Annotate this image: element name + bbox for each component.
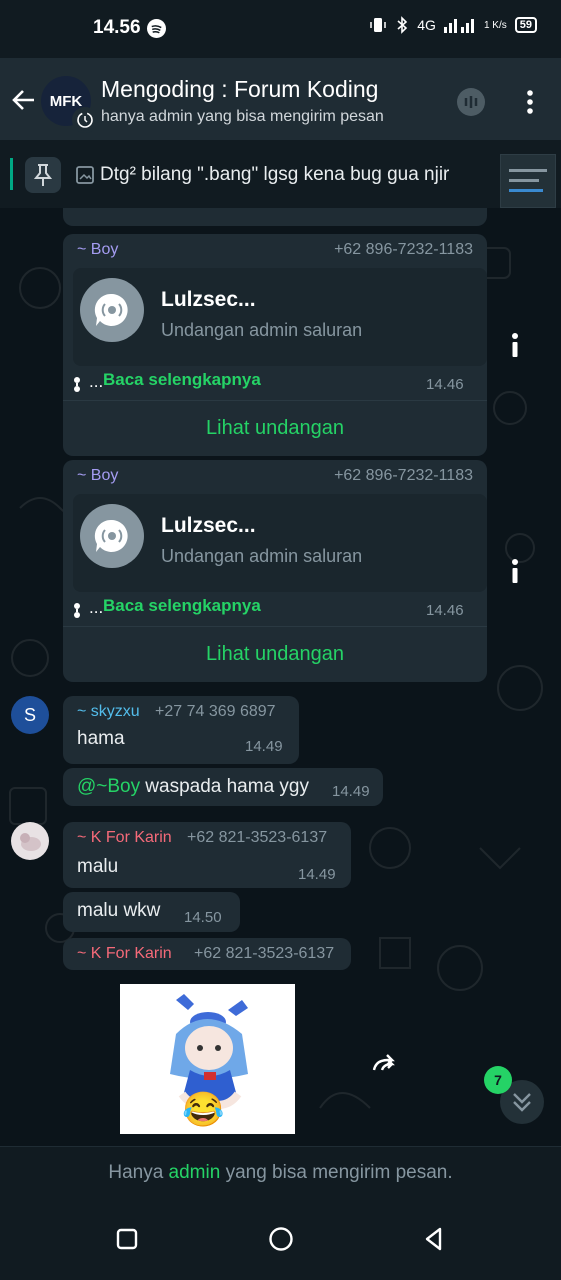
back-nav-icon[interactable] <box>419 1224 449 1254</box>
channel-avatar <box>80 278 144 342</box>
message-text: malu <box>77 856 119 877</box>
more-options-icon[interactable] <box>518 88 542 116</box>
spotify-icon <box>147 19 166 38</box>
admin-only-notice: Hanya admin yang bisa mengirim pesan. <box>0 1146 561 1199</box>
pinned-message-text: Dtg² bilang ".bang" lgsg kena bug gua nj… <box>100 164 450 185</box>
member-avatar[interactable] <box>11 822 49 860</box>
view-invite-button[interactable]: Lihat undangan <box>63 400 487 457</box>
back-arrow-icon[interactable] <box>10 86 38 114</box>
group-link-icon <box>74 377 80 392</box>
signal-icon <box>443 19 474 33</box>
profile-photo <box>20 833 41 851</box>
mention-link[interactable]: @~Boy <box>77 776 140 798</box>
message-time: 14.49 <box>245 738 283 755</box>
pin-button[interactable] <box>25 157 61 193</box>
sender-name[interactable]: ~ K For Karin <box>77 829 172 847</box>
laughing-emoji: 😂 <box>182 1091 225 1129</box>
channel-invite-card[interactable]: Lulzsec... Undangan admin saluran <box>73 494 487 592</box>
member-avatar[interactable]: S <box>11 696 49 734</box>
pinned-message-bar[interactable]: Dtg² bilang ".bang" lgsg kena bug gua nj… <box>0 140 561 209</box>
chat-header[interactable]: MFK Mengoding : Forum Koding hanya admin… <box>0 58 561 140</box>
sender-phone: +62 821-3523-6137 <box>187 829 328 846</box>
pin-icon <box>33 164 53 186</box>
invite-subtitle: Undangan admin saluran <box>161 320 363 340</box>
notice-admin-link[interactable]: admin <box>169 1162 221 1183</box>
disappearing-timer-icon <box>72 107 98 133</box>
message-text: hama <box>77 728 125 749</box>
message-bubble-partial[interactable] <box>63 208 487 226</box>
invite-subtitle: Undangan admin saluran <box>161 546 363 566</box>
pinned-thumbnail[interactable] <box>500 154 556 208</box>
status-icons: 4G 1 K/s 59 <box>369 16 537 34</box>
message-options-icon[interactable] <box>511 558 519 584</box>
sender-name[interactable]: ~ K For Karin <box>77 945 172 963</box>
image-icon <box>76 166 94 184</box>
sender-name[interactable]: ~ Boy <box>77 241 118 259</box>
network-speed: 1 K/s <box>483 19 507 31</box>
channel-icon <box>94 293 128 326</box>
voice-chat-icon[interactable] <box>455 86 487 118</box>
status-bar: 14.56 4G 1 K/s 59 <box>0 0 561 58</box>
sticker-message[interactable]: 😂 <box>120 984 295 1134</box>
group-title[interactable]: Mengoding : Forum Koding <box>101 76 378 103</box>
text-message[interactable]: ~ skyzxu +27 74 369 6897 hama 14.49 <box>63 696 299 764</box>
channel-avatar <box>80 504 144 568</box>
sender-phone: +27 74 369 6897 <box>155 703 276 720</box>
message-text: malu wkw <box>77 900 161 921</box>
read-more-link[interactable]: Baca selengkapnya <box>103 596 261 616</box>
invite-message[interactable]: ~ Boy +62 896-7232-1183 Lulzsec... Undan… <box>63 234 487 456</box>
invite-message[interactable]: ~ Boy +62 896-7232-1183 Lulzsec... Undan… <box>63 460 487 682</box>
message-time: 14.49 <box>298 866 336 883</box>
ellipsis: ... <box>89 598 104 617</box>
channel-invite-card[interactable]: Lulzsec... Undangan admin saluran <box>73 268 487 366</box>
group-avatar-text: MFK <box>49 92 83 110</box>
battery-indicator: 59 <box>514 17 537 33</box>
chat-area[interactable]: ~ Boy +62 896-7232-1183 Lulzsec... Undan… <box>0 208 561 1146</box>
ellipsis: ... <box>89 372 104 391</box>
message-text: waspada hama ygy <box>140 776 309 797</box>
sticker-header[interactable]: ~ K For Karin +62 821-3523-6137 <box>63 938 351 970</box>
text-message[interactable]: malu wkw 14.50 <box>63 892 240 932</box>
message-time: 14.46 <box>426 376 464 393</box>
channel-name: Lulzsec... <box>161 514 256 537</box>
sender-name[interactable]: ~ skyzxu <box>77 703 140 721</box>
notice-prefix: Hanya <box>108 1162 169 1183</box>
group-subtitle: hanya admin yang bisa mengirim pesan <box>101 108 384 125</box>
notice-suffix: yang bisa mengirim pesan. <box>220 1162 453 1183</box>
sender-phone: +62 896-7232-1183 <box>334 467 473 484</box>
vibrate-icon <box>370 18 387 32</box>
message-time: 14.46 <box>426 602 464 619</box>
sender-phone: +62 821-3523-6137 <box>194 945 335 962</box>
group-link-icon <box>74 603 80 618</box>
recent-apps-icon[interactable] <box>112 1224 142 1254</box>
channel-icon <box>94 519 128 552</box>
status-time: 14.56 <box>93 17 141 38</box>
message-time: 14.49 <box>332 783 370 800</box>
forward-icon[interactable] <box>366 1044 404 1082</box>
text-message[interactable]: ~ K For Karin +62 821-3523-6137 malu 14.… <box>63 822 351 888</box>
message-time: 14.50 <box>184 909 222 926</box>
network-type: 4G <box>417 17 436 33</box>
sender-name[interactable]: ~ Boy <box>77 467 118 485</box>
home-icon[interactable] <box>266 1224 296 1254</box>
pinned-indicator <box>10 158 13 190</box>
text-message[interactable]: @~Boy waspada hama ygy 14.49 <box>63 768 383 806</box>
sender-phone: +62 896-7232-1183 <box>334 241 473 258</box>
read-more-link[interactable]: Baca selengkapnya <box>103 370 261 390</box>
message-options-icon[interactable] <box>511 332 519 358</box>
unread-count-badge: 7 <box>484 1066 512 1094</box>
view-invite-button[interactable]: Lihat undangan <box>63 626 487 683</box>
bluetooth-icon <box>397 16 408 34</box>
system-navigation-bar <box>0 1198 561 1280</box>
channel-name: Lulzsec... <box>161 288 256 311</box>
